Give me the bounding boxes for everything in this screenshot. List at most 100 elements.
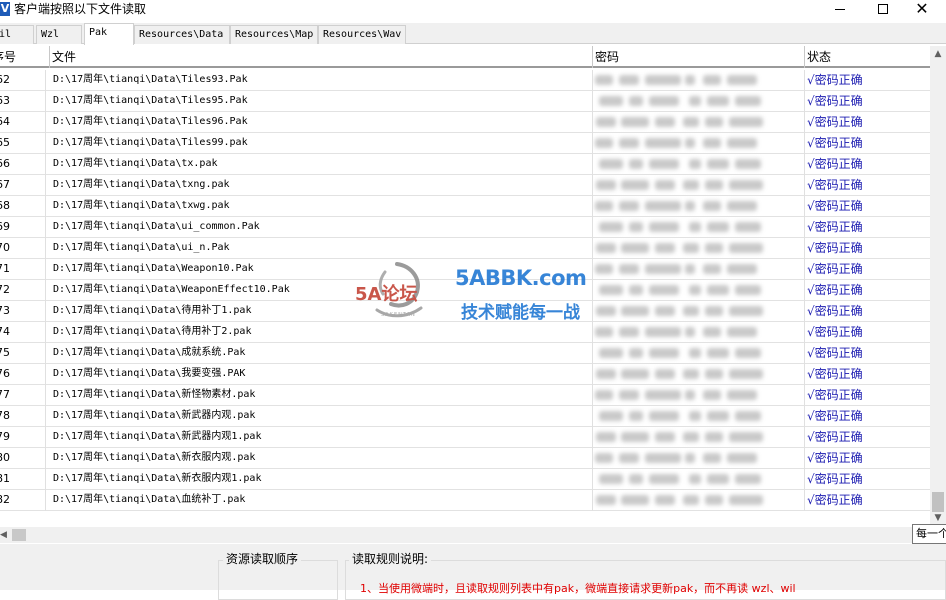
redaction-blur <box>599 159 623 169</box>
redaction-blur <box>595 327 613 337</box>
table-row[interactable]: 77D:\17周年\tianqi\Data\新怪物素材.pak √密码正确 <box>0 385 930 406</box>
row-status: √密码正确 <box>807 283 863 297</box>
redaction-blur <box>619 201 639 211</box>
table-row[interactable]: 66D:\17周年\tianqi\Data\tx.pak √密码正确 <box>0 154 930 175</box>
redaction-blur <box>735 474 761 484</box>
horizontal-scrollbar[interactable]: ◀ <box>0 527 930 543</box>
redaction-blur <box>729 180 763 190</box>
table-row[interactable]: 78D:\17周年\tianqi\Data\新武器内观.pak √密码正确 <box>0 406 930 427</box>
row-index: 74 <box>0 322 46 343</box>
redaction-blur <box>703 75 721 85</box>
table-row[interactable]: 69D:\17周年\tianqi\Data\ui_common.Pak √密码正确 <box>0 217 930 238</box>
redaction-blur <box>619 327 639 337</box>
minimize-button[interactable] <box>820 0 860 18</box>
row-index: 62 <box>0 70 46 91</box>
redaction-blur <box>703 327 721 337</box>
table-row[interactable]: 68D:\17周年\tianqi\Data\txwg.pak √密码正确 <box>0 196 930 217</box>
redaction-blur <box>621 369 649 379</box>
redaction-blur <box>727 138 757 148</box>
row-index: 66 <box>0 154 46 175</box>
redaction-blur <box>645 453 681 463</box>
redaction-blur <box>649 159 679 169</box>
table-header: 序号 文件 密码 状态 <box>0 46 930 68</box>
redaction-blur <box>705 243 723 253</box>
tab-resources-data[interactable]: Resources\Data <box>134 25 230 44</box>
redaction-blur <box>689 96 701 106</box>
maximize-button[interactable] <box>863 0 903 18</box>
redaction-blur <box>683 243 699 253</box>
redaction-blur <box>707 159 729 169</box>
row-password-redacted <box>593 301 805 322</box>
row-password-redacted <box>593 91 805 112</box>
redaction-blur <box>596 117 616 127</box>
tab-wzl[interactable]: Wzl <box>36 25 82 44</box>
redaction-blur <box>729 306 763 316</box>
tab-resources-map[interactable]: Resources\Map <box>230 25 318 44</box>
redaction-blur <box>645 327 681 337</box>
redaction-blur <box>707 411 729 421</box>
row-status: √密码正确 <box>807 451 863 465</box>
row-status: √密码正确 <box>807 262 863 276</box>
redaction-blur <box>595 75 613 85</box>
row-file-path: D:\17周年\tianqi\Data\我要变强.PAK <box>50 364 593 385</box>
vertical-scroll-thumb[interactable] <box>932 492 944 512</box>
row-file-path: D:\17周年\tianqi\Data\新衣服内观.pak <box>50 448 593 469</box>
redaction-blur <box>595 453 613 463</box>
table-row[interactable]: 82D:\17周年\tianqi\Data\血统补丁.pak √密码正确 <box>0 490 930 511</box>
column-header-status[interactable]: 状态 <box>805 46 930 68</box>
column-header-password[interactable]: 密码 <box>593 46 805 68</box>
redaction-blur <box>621 180 649 190</box>
tab-resources-wav[interactable]: Resources\Wav <box>318 25 406 44</box>
table-row[interactable]: 65D:\17周年\tianqi\Data\Tiles99.pak √密码正确 <box>0 133 930 154</box>
table-row[interactable]: 80D:\17周年\tianqi\Data\新衣服内观.pak √密码正确 <box>0 448 930 469</box>
table-row[interactable]: 76D:\17周年\tianqi\Data\我要变强.PAK √密码正确 <box>0 364 930 385</box>
redaction-blur <box>735 96 761 106</box>
redaction-blur <box>649 96 679 106</box>
table-row[interactable]: 75D:\17周年\tianqi\Data\成就系统.Pak √密码正确 <box>0 343 930 364</box>
row-password-redacted <box>593 343 805 364</box>
row-status: √密码正确 <box>807 199 863 213</box>
horizontal-scroll-thumb[interactable] <box>12 529 26 541</box>
redaction-blur <box>705 369 723 379</box>
redaction-blur <box>596 432 616 442</box>
tab-wil[interactable]: il <box>0 25 34 44</box>
redaction-blur <box>689 159 701 169</box>
table-row[interactable]: 63D:\17周年\tianqi\Data\Tiles95.Pak √密码正确 <box>0 91 930 112</box>
redaction-blur <box>629 222 643 232</box>
row-file-path: D:\17周年\tianqi\Data\ui_common.Pak <box>50 217 593 238</box>
scroll-left-icon[interactable]: ◀ <box>0 527 10 543</box>
row-password-redacted <box>593 364 805 385</box>
redaction-blur <box>599 96 623 106</box>
table-row[interactable]: 62D:\17周年\tianqi\Data\Tiles93.Pak √密码正确 <box>0 70 930 91</box>
table-row[interactable]: 81D:\17周年\tianqi\Data\新衣服内观1.pak √密码正确 <box>0 469 930 490</box>
redaction-blur <box>619 75 639 85</box>
table-row[interactable]: 67D:\17周年\tianqi\Data\txng.pak √密码正确 <box>0 175 930 196</box>
tab-pak[interactable]: Pak <box>84 23 134 45</box>
redaction-blur <box>703 138 721 148</box>
redaction-blur <box>729 117 763 127</box>
row-status: √密码正确 <box>807 94 863 108</box>
close-button[interactable]: ✕ <box>902 0 942 18</box>
column-header-index[interactable]: 序号 <box>0 46 50 68</box>
row-status: √密码正确 <box>807 136 863 150</box>
redaction-blur <box>685 138 695 148</box>
table-row[interactable]: 64D:\17周年\tianqi\Data\Tiles96.Pak √密码正确 <box>0 112 930 133</box>
row-password-redacted <box>593 154 805 175</box>
table-row[interactable]: 70D:\17周年\tianqi\Data\ui_n.Pak √密码正确 <box>0 238 930 259</box>
minimize-icon <box>835 8 845 10</box>
table-row[interactable]: 79D:\17周年\tianqi\Data\新武器内观1.pak √密码正确 <box>0 427 930 448</box>
watermark-logo-text: 5A论坛 <box>355 284 418 305</box>
rule-text: 1、当使用微端时，且读取规则列表中有pak，微端直接请求更新pak，而不再读 w… <box>360 582 796 595</box>
column-header-file[interactable]: 文件 <box>50 46 593 68</box>
row-status: √密码正确 <box>807 241 863 255</box>
vertical-scrollbar[interactable]: ▲ ▼ <box>930 46 946 526</box>
row-index: 72 <box>0 280 46 301</box>
redaction-blur <box>655 117 675 127</box>
redaction-blur <box>707 96 729 106</box>
row-index: 78 <box>0 406 46 427</box>
redaction-blur <box>683 369 699 379</box>
redaction-blur <box>645 390 681 400</box>
redaction-blur <box>727 201 757 211</box>
row-status: √密码正确 <box>807 430 863 444</box>
scroll-up-icon[interactable]: ▲ <box>930 46 946 62</box>
